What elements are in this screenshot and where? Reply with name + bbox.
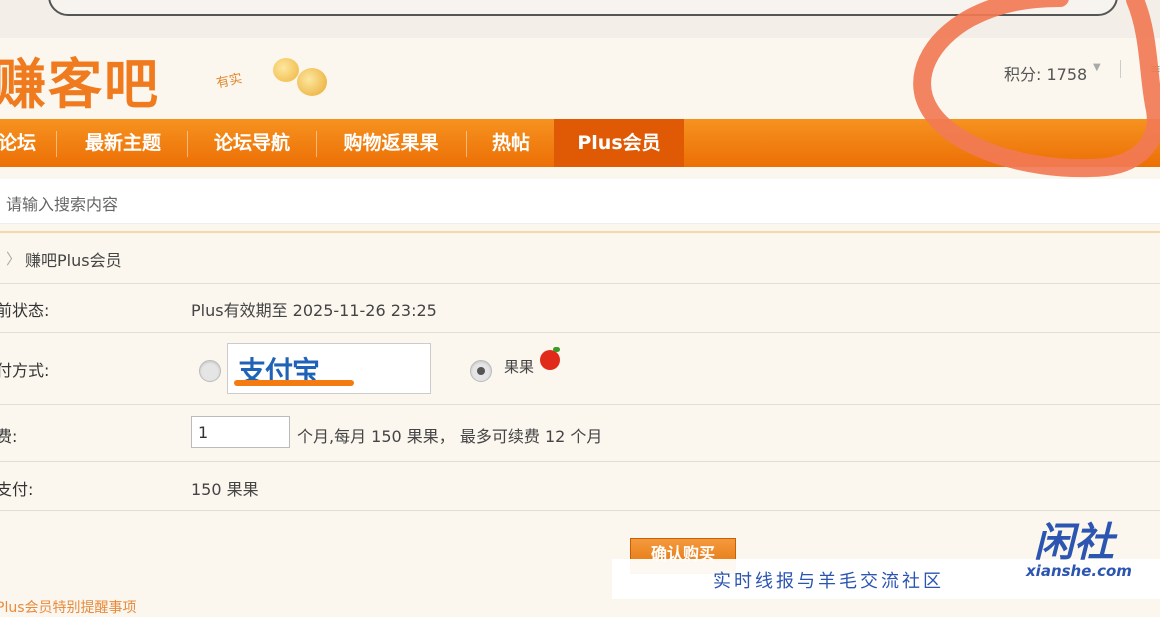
watermark-logo: 闲社 <box>1034 520 1114 566</box>
menu-icon[interactable]: ≡ <box>1150 62 1160 77</box>
row-divider <box>0 283 1160 284</box>
nav-item-hot[interactable]: 热帖 <box>478 119 544 167</box>
row-divider <box>0 404 1160 405</box>
alipay-logo[interactable]: 支付宝 <box>227 343 431 394</box>
nav-divider <box>466 131 467 157</box>
header-divider <box>1120 60 1121 78</box>
logo-egg-icon <box>297 68 327 96</box>
renew-label: 费: <box>0 427 18 446</box>
chevron-down-icon[interactable]: ▼ <box>1093 62 1101 73</box>
main-nav: 论坛 最新主题 论坛导航 购物返果果 热帖 Plus会员 <box>0 119 1160 167</box>
watermark-slogan: 实时线报与羊毛交流社区 <box>713 571 944 592</box>
renew-note: 个月,每月 150 果果， 最多可续费 12 个月 <box>297 427 603 446</box>
nav-divider <box>316 131 317 157</box>
apple-icon <box>540 350 560 370</box>
nav-item-shopping[interactable]: 购物返果果 <box>330 119 452 167</box>
breadcrumb-divider <box>0 231 1160 233</box>
apple-leaf <box>553 347 560 352</box>
radio-selected-dot <box>477 367 485 375</box>
row-divider <box>0 461 1160 462</box>
watermark-domain: xianshe.com <box>1026 562 1132 580</box>
nav-item-plus[interactable]: Plus会员 <box>554 119 684 167</box>
nav-divider <box>187 131 188 157</box>
logo-egg-icon <box>273 58 299 82</box>
row-divider <box>0 510 1160 511</box>
status-value: Plus有效期至 2025-11-26 23:25 <box>191 301 437 320</box>
pay-label: 支付: <box>0 480 34 499</box>
nav-item-navigation[interactable]: 论坛导航 <box>201 119 303 167</box>
nav-divider <box>56 131 57 157</box>
guoguo-label[interactable]: 果果 <box>504 356 534 377</box>
pay-value: 150 果果 <box>191 480 259 499</box>
logo-tagline: 有实 <box>215 71 244 92</box>
user-points[interactable]: 积分: 1758 <box>1004 61 1087 85</box>
alipay-swoosh <box>234 380 354 386</box>
months-input[interactable] <box>191 416 290 448</box>
search-placeholder: 请输入搜索内容 <box>6 195 119 214</box>
breadcrumb-current[interactable]: 赚吧Plus会员 <box>25 247 122 271</box>
search-input[interactable] <box>0 179 1160 225</box>
row-divider <box>0 332 1160 333</box>
site-header: 赚客吧 有实 <box>0 38 1160 118</box>
site-logo[interactable]: 赚客吧 <box>0 58 160 112</box>
search-bar: 请输入搜索内容 <box>0 179 1160 225</box>
breadcrumb-chevron-icon: 〉 <box>6 250 22 268</box>
guoguo-radio[interactable] <box>470 360 492 382</box>
nav-item-forum[interactable]: 论坛 <box>0 119 40 167</box>
nav-item-latest[interactable]: 最新主题 <box>72 119 174 167</box>
plus-notice-link[interactable]: Plus会员特别提醒事项 <box>0 597 137 617</box>
status-label: 前状态: <box>0 301 50 320</box>
address-bar[interactable] <box>48 0 1118 16</box>
alipay-radio[interactable] <box>199 360 221 382</box>
payment-label: 付方式: <box>0 361 50 380</box>
